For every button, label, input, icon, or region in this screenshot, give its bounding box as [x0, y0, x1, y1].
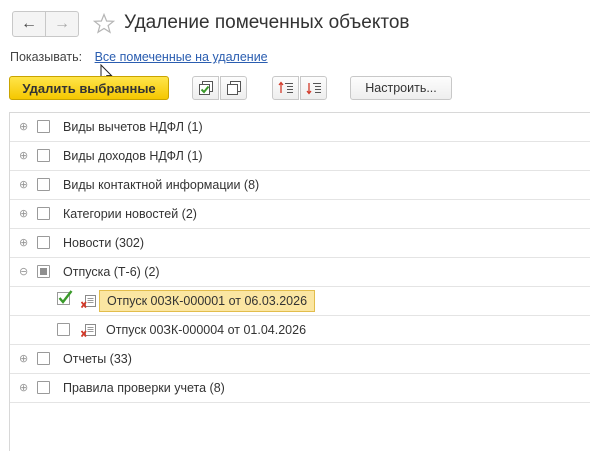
row-label: Правила проверки учета (8) — [63, 381, 225, 395]
collapse-minus-icon[interactable]: ⊖ — [19, 267, 28, 278]
row-checkbox[interactable] — [37, 149, 50, 162]
mark-all-button[interactable] — [192, 76, 219, 100]
tree-row[interactable]: ⊕ Виды доходов НДФЛ (1) — [10, 142, 590, 171]
tree-row[interactable]: Отпуск 00ЗК-000004 от 01.04.2026 — [10, 316, 590, 345]
row-label: Категории новостей (2) — [63, 207, 197, 221]
expand-plus-icon[interactable]: ⊕ — [19, 122, 28, 133]
row-label: Отпуска (Т-6) (2) — [63, 265, 160, 279]
title-bar: ← → Удаление помеченных объектов — [0, 0, 590, 44]
row-label: Новости (302) — [63, 236, 145, 250]
tree-row[interactable]: ⊕ Категории новостей (2) — [10, 200, 590, 229]
mark-all-icon — [198, 81, 213, 95]
forward-arrow-icon: → — [54, 15, 70, 32]
row-checkbox[interactable] — [37, 178, 50, 191]
row-label: Виды вычетов НДФЛ (1) — [63, 120, 203, 134]
expand-plus-icon[interactable]: ⊕ — [19, 383, 28, 394]
tree-row[interactable]: ⊕ Правила проверки учета (8) — [10, 374, 590, 403]
row-label: Виды доходов НДФЛ (1) — [63, 149, 203, 163]
deletion-tree[interactable]: ⊕ Виды вычетов НДФЛ (1) ⊕ Виды доходов Н… — [9, 112, 590, 451]
document-marked-delete-icon — [81, 295, 96, 309]
collapse-all-icon — [305, 83, 321, 95]
row-checkbox[interactable] — [37, 207, 50, 220]
tree-row[interactable]: ⊕ Виды вычетов НДФЛ (1) — [10, 113, 590, 142]
settings-button[interactable]: Настроить... — [350, 76, 452, 100]
row-checkbox[interactable] — [57, 323, 70, 336]
unmark-all-button[interactable] — [220, 76, 247, 100]
row-label: Отчеты (33) — [63, 352, 132, 366]
checked-checkbox-icon[interactable] — [57, 289, 73, 305]
filter-row: Показывать: Все помеченные на удаление — [10, 50, 268, 64]
unmark-all-icon — [226, 81, 241, 95]
expand-all-button[interactable] — [272, 76, 299, 100]
row-label: Виды контактной информации (8) — [63, 178, 260, 192]
forward-button[interactable]: → — [45, 11, 79, 37]
tree-row[interactable]: ⊖ Отпуска (Т-6) (2) — [10, 258, 590, 287]
document-marked-delete-icon — [81, 324, 96, 338]
expand-plus-icon[interactable]: ⊕ — [19, 180, 28, 191]
row-checkbox[interactable] — [37, 236, 50, 249]
expand-plus-icon[interactable]: ⊕ — [19, 354, 28, 365]
row-checkbox[interactable] — [37, 120, 50, 133]
row-checkbox[interactable] — [37, 381, 50, 394]
expand-plus-icon[interactable]: ⊕ — [19, 238, 28, 249]
filter-link[interactable]: Все помеченные на удаление — [95, 50, 268, 64]
row-checkbox-partial[interactable] — [37, 265, 50, 278]
filter-label: Показывать: — [10, 50, 83, 64]
row-label: Отпуск 00ЗК-000004 от 01.04.2026 — [106, 323, 307, 337]
row-label-selected: Отпуск 00ЗК-000001 от 06.03.2026 — [99, 290, 316, 312]
back-arrow-icon: ← — [21, 15, 37, 32]
tree-row[interactable]: ⊕ Отчеты (33) — [10, 345, 590, 374]
expand-plus-icon[interactable]: ⊕ — [19, 151, 28, 162]
tree-row[interactable]: ⊕ Новости (302) — [10, 229, 590, 258]
delete-selected-button[interactable]: Удалить выбранные — [9, 76, 169, 100]
row-checkbox[interactable] — [37, 352, 50, 365]
page-title: Удаление помеченных объектов — [124, 12, 410, 33]
expand-plus-icon[interactable]: ⊕ — [19, 209, 28, 220]
expand-all-icon — [277, 81, 293, 93]
collapse-all-button[interactable] — [300, 76, 327, 100]
back-button[interactable]: ← — [12, 11, 46, 37]
tree-row-selected[interactable]: Отпуск 00ЗК-000001 от 06.03.2026 — [10, 287, 590, 316]
favorite-star-icon[interactable] — [92, 12, 116, 36]
tree-row[interactable]: ⊕ Виды контактной информации (8) — [10, 171, 590, 200]
